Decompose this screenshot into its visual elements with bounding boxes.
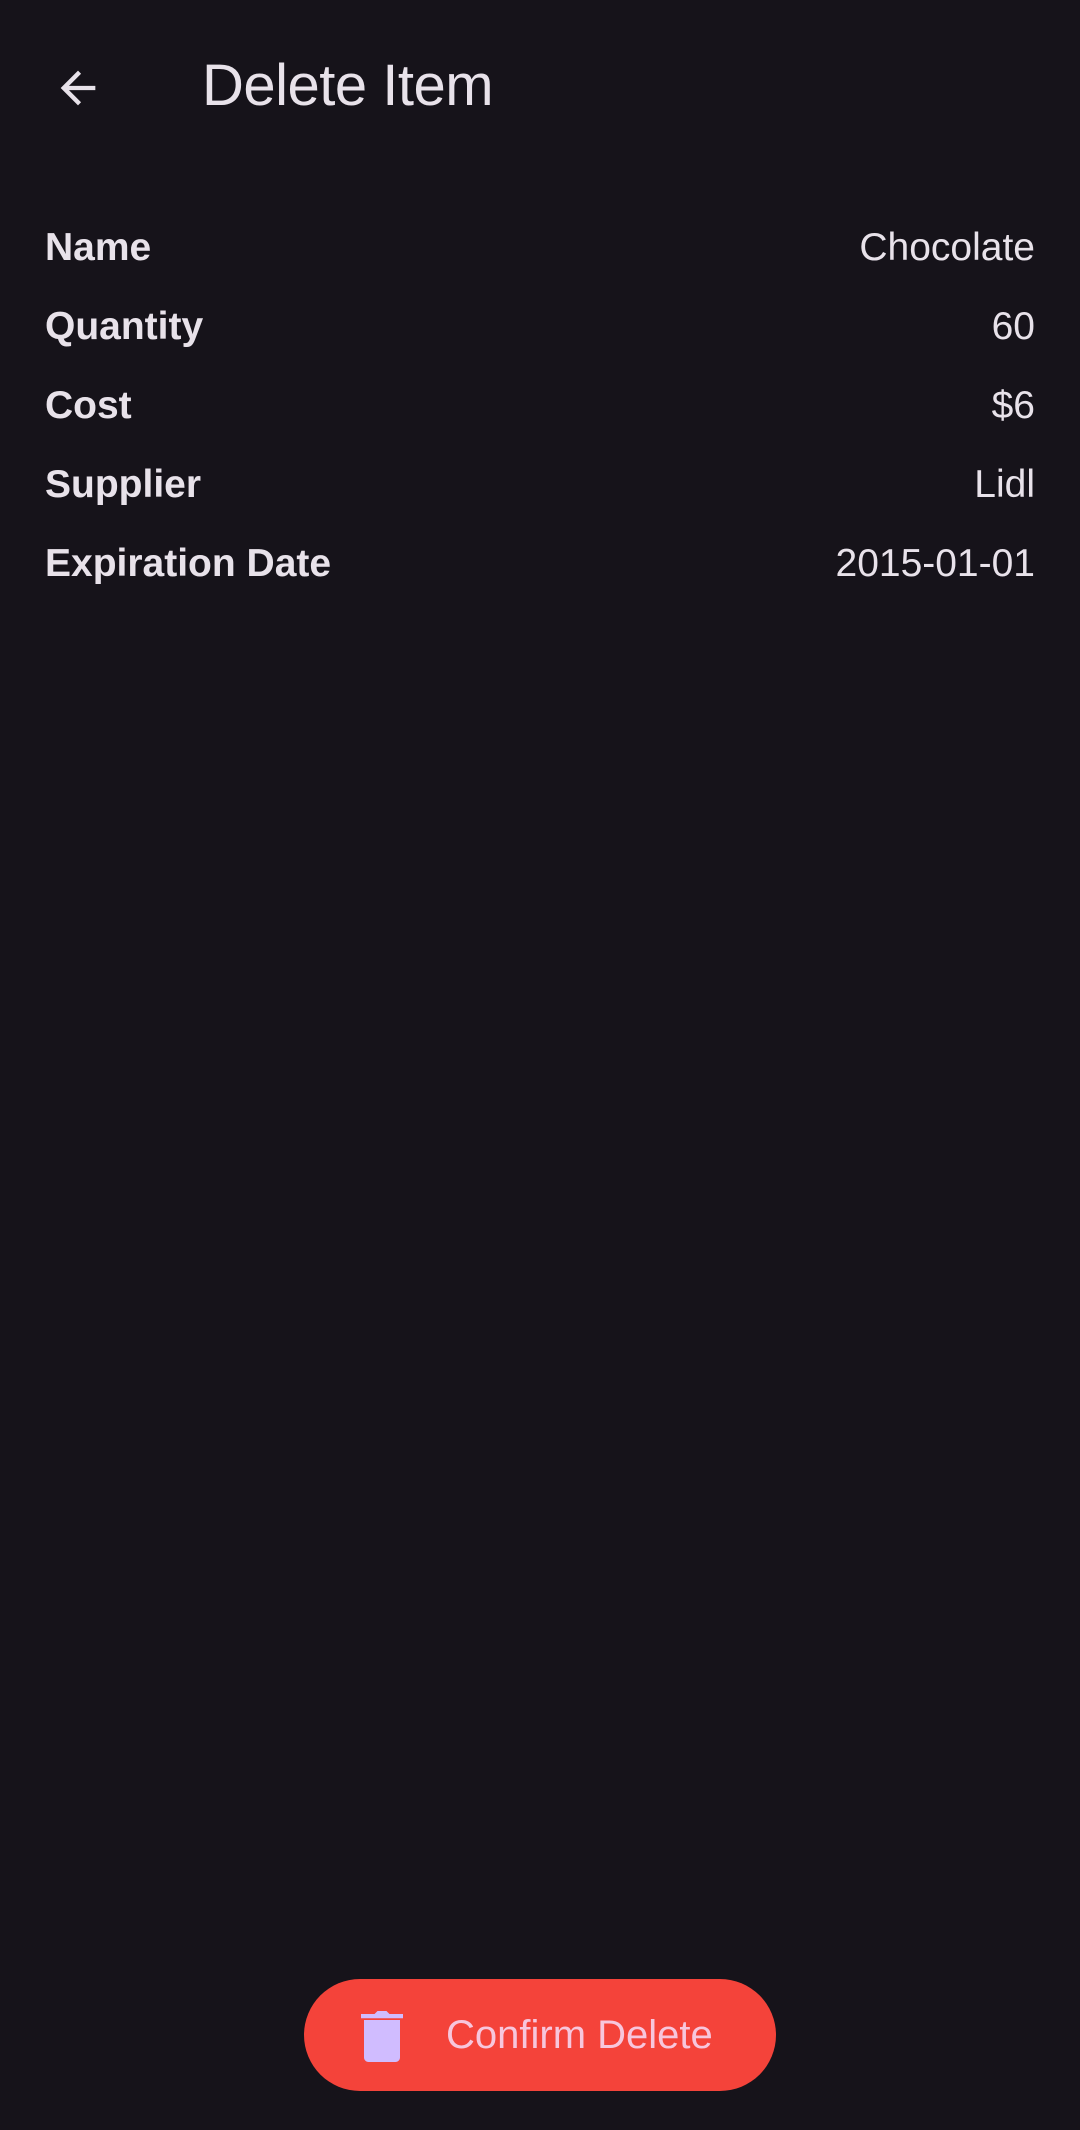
confirm-delete-button[interactable]: Confirm Delete	[304, 1979, 776, 2091]
page-title: Delete Item	[202, 53, 494, 118]
detail-label: Name	[45, 225, 152, 269]
detail-row-quantity: Quantity 60	[45, 287, 1035, 366]
item-details: Name Chocolate Quantity 60 Cost $6 Suppl…	[45, 208, 1035, 603]
detail-label: Supplier	[45, 462, 202, 506]
detail-row-cost: Cost $6	[45, 366, 1035, 445]
detail-label: Quantity	[45, 304, 204, 348]
detail-value: Chocolate	[859, 225, 1035, 269]
detail-value: 60	[991, 304, 1035, 348]
detail-label: Cost	[45, 383, 132, 427]
detail-value: 2015-01-01	[835, 541, 1036, 585]
top-app-bar: Delete Item	[0, 0, 1080, 176]
confirm-delete-label: Confirm Delete	[446, 2012, 713, 2057]
detail-row-expiration-date: Expiration Date 2015-01-01	[45, 524, 1035, 603]
trash-icon	[360, 2008, 404, 2062]
detail-row-supplier: Supplier Lidl	[45, 445, 1035, 524]
back-button[interactable]	[34, 44, 122, 132]
detail-row-name: Name Chocolate	[45, 208, 1035, 287]
arrow-back-icon	[60, 70, 96, 106]
detail-value: $6	[991, 383, 1035, 427]
detail-label: Expiration Date	[45, 541, 332, 585]
detail-value: Lidl	[974, 462, 1035, 506]
